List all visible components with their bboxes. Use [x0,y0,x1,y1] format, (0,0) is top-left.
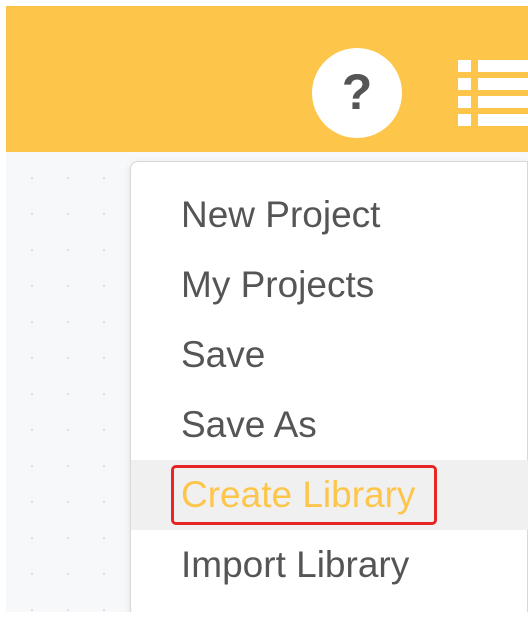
menu-item-label: My Projects [181,264,375,305]
menu-item-my-projects[interactable]: My Projects [131,250,528,320]
menu-item-new-project[interactable]: New Project [131,180,528,250]
menu-button[interactable] [458,58,528,128]
project-dropdown-menu: New Project My Projects Save Save As Cre… [130,161,528,612]
menu-list: New Project My Projects Save Save As Cre… [131,180,528,600]
menu-item-import-library[interactable]: Import Library [131,530,528,600]
list-menu-icon [458,60,528,126]
menu-item-label: New Project [181,194,381,235]
app-frame: ? New Project My Projects Save Save As C… [6,6,528,612]
menu-item-label: Create Library [181,474,416,515]
menu-item-create-library[interactable]: Create Library [131,460,528,530]
question-mark-icon: ? [341,64,373,120]
menu-item-label: Import Library [181,544,410,585]
top-toolbar: ? [6,6,528,152]
menu-item-save[interactable]: Save [131,320,528,390]
menu-item-save-as[interactable]: Save As [131,390,528,460]
menu-item-label: Save [181,334,266,375]
menu-item-label: Save As [181,404,317,445]
help-button[interactable]: ? [312,48,402,138]
